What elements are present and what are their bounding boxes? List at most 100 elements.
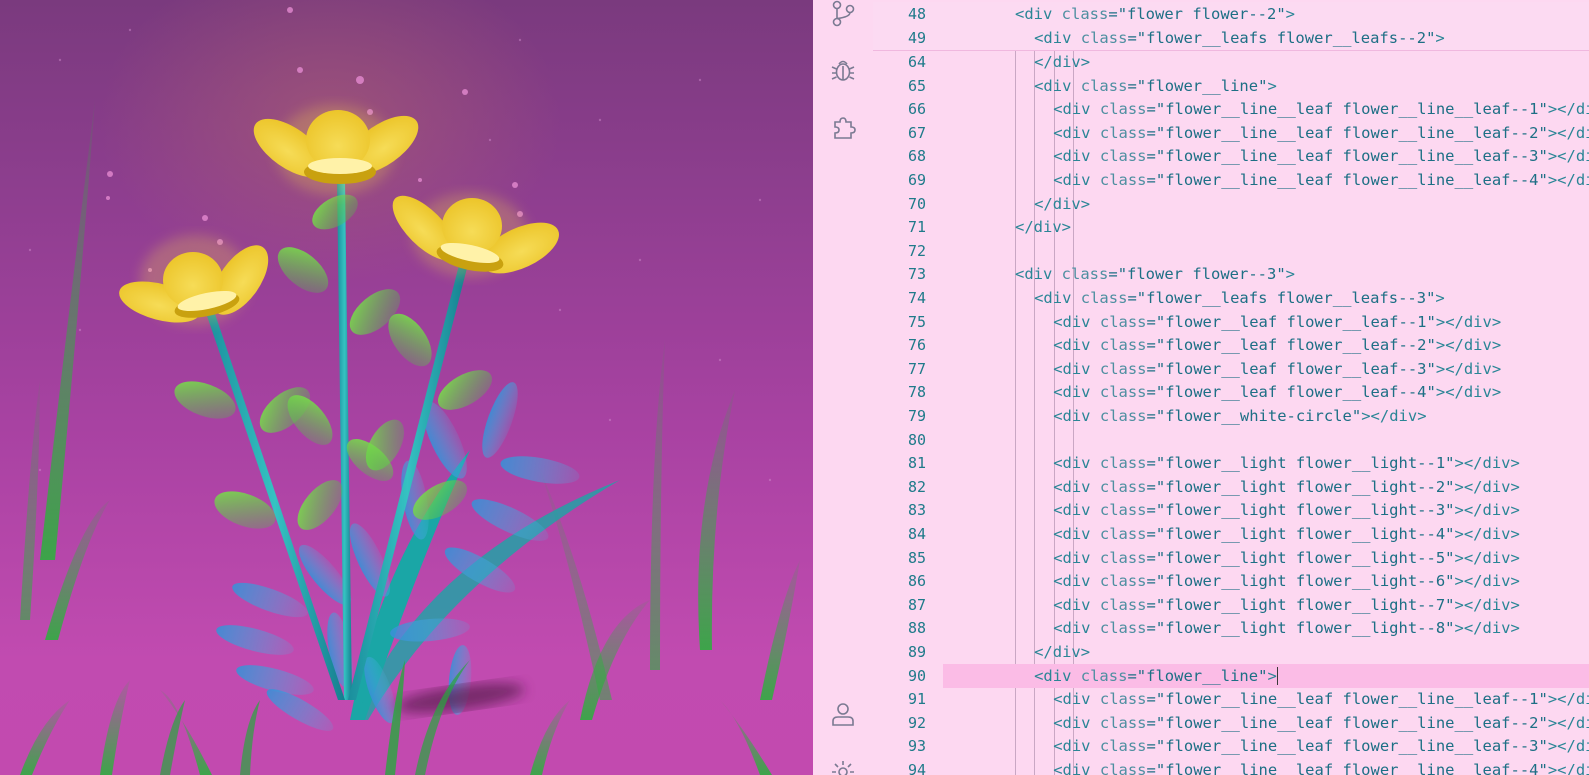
closing-tag: </div> xyxy=(1463,525,1520,543)
code-line[interactable]: 74 <div class="flower__leafs flower__leaf… xyxy=(873,286,1589,310)
closing-tag: </div> xyxy=(1445,336,1502,355)
tag-bracket: <div xyxy=(1053,737,1091,756)
code-line[interactable]: 92 <div class="flower__line__leaf flower_… xyxy=(873,711,1589,735)
line-number: 82 xyxy=(907,477,926,496)
equals: = xyxy=(1146,171,1156,189)
code-line[interactable]: 94 <div class="flower__line__leaf flower_… xyxy=(873,758,1589,775)
line-number: 69 xyxy=(907,171,926,189)
code-line[interactable]: 73 <div class="flower flower--3"> xyxy=(873,262,1589,286)
attribute-value: "flower__line__leaf flower__line__leaf--… xyxy=(1155,737,1548,756)
code-line[interactable]: 64 </div> xyxy=(873,50,1589,74)
attribute-value: "flower flower--2" xyxy=(1117,5,1286,23)
closing-tag: </div> xyxy=(1463,477,1520,496)
code-line[interactable]: 82 <div class="flower__light flower__ligh… xyxy=(873,475,1589,499)
line-number: 79 xyxy=(907,407,926,425)
attribute-name: class xyxy=(1099,690,1147,709)
tag-bracket: <div xyxy=(1053,761,1091,775)
code-line[interactable]: 72 xyxy=(873,239,1589,263)
equals: = xyxy=(1146,525,1156,543)
tag-bracket: <div xyxy=(1015,5,1053,23)
debug-icon[interactable] xyxy=(829,56,857,84)
code-line[interactable]: 67 <div class="flower__line__leaf flower_… xyxy=(873,121,1589,145)
tag-bracket: <div xyxy=(1034,76,1072,95)
attribute-value: "flower__light flower__light--6" xyxy=(1155,572,1455,591)
code-line[interactable]: 65 <div class="flower__line"> xyxy=(873,74,1589,98)
code-line[interactable]: 77 <div class="flower__leaf flower__leaf-… xyxy=(873,357,1589,381)
code-text: <div class="flower flower--3"> xyxy=(1015,262,1295,286)
activity-bar xyxy=(813,0,873,775)
code-line[interactable]: 86 <div class="flower__light flower__ligh… xyxy=(873,569,1589,593)
code-line[interactable]: 91 <div class="flower__line__leaf flower_… xyxy=(873,687,1589,711)
code-line[interactable]: 85 <div class="flower__light flower__ligh… xyxy=(873,546,1589,570)
code-line[interactable]: 66 <div class="flower__line__leaf flower_… xyxy=(873,97,1589,121)
closing-tag: </div> xyxy=(1445,312,1502,331)
sticky-scroll-line[interactable]: 49 <div class="flower__leafs flower__leaf… xyxy=(873,25,1589,51)
tag-bracket: > xyxy=(1435,336,1446,355)
tag-bracket: > xyxy=(1454,477,1464,496)
closing-tag: </div> xyxy=(1557,123,1589,142)
equals: = xyxy=(1146,761,1156,775)
code-editor: 48 <div class="flower flower--2"> 49 <div c… xyxy=(813,0,1589,775)
closing-tag: </div> xyxy=(1557,737,1589,756)
line-number: 70 xyxy=(907,194,926,213)
code-line[interactable]: 93 <div class="flower__line__leaf flower_… xyxy=(873,734,1589,758)
code-line[interactable]: 68 <div class="flower__line__leaf flower_… xyxy=(873,144,1589,168)
code-line[interactable]: 71 </div> xyxy=(873,215,1589,239)
code-text: <div class="flower__line__leaf flower__l… xyxy=(1053,97,1589,121)
attribute-name: class xyxy=(1099,171,1147,189)
tag-bracket: <div xyxy=(1053,477,1091,496)
account-icon[interactable] xyxy=(829,700,857,728)
tag-bracket: > xyxy=(1435,312,1446,331)
equals: = xyxy=(1146,619,1156,638)
tag-bracket: </div> xyxy=(1034,53,1091,71)
extensions-icon[interactable] xyxy=(829,114,857,142)
code-line[interactable]: 84 <div class="flower__light flower__ligh… xyxy=(873,522,1589,546)
attribute-value: "flower__line__leaf flower__line__leaf--… xyxy=(1155,171,1548,189)
source-control-icon[interactable] xyxy=(829,0,857,28)
attribute-value: "flower__line__leaf flower__line__leaf--… xyxy=(1155,147,1548,166)
attribute-value: "flower__leaf flower__leaf--3" xyxy=(1155,359,1436,378)
equals: = xyxy=(1127,28,1137,47)
attribute-name: class xyxy=(1099,619,1147,638)
sticky-scroll-line[interactable]: 48 <div class="flower flower--2"> xyxy=(873,2,1589,27)
code-area[interactable]: 48 <div class="flower flower--2"> 49 <div c… xyxy=(873,0,1589,775)
code-line[interactable]: 89 </div> xyxy=(873,640,1589,664)
code-line[interactable]: 69 <div class="flower__line__leaf flower_… xyxy=(873,168,1589,192)
attribute-value: "flower__line__leaf flower__line__leaf--… xyxy=(1155,100,1548,119)
attribute-value: "flower__light flower__light--2" xyxy=(1155,477,1455,496)
tag-bracket: <div xyxy=(1053,713,1091,732)
code-line[interactable]: 79 <div class="flower__white-circle"></di… xyxy=(873,404,1589,428)
settings-icon[interactable] xyxy=(829,758,857,775)
code-line[interactable]: 90 <div class="flower__line"> xyxy=(908,663,1589,688)
code-text: <div class="flower__leaf flower__leaf--2… xyxy=(1053,333,1501,357)
tag-bracket: <div xyxy=(1053,548,1091,567)
code-line[interactable]: 83 <div class="flower__light flower__ligh… xyxy=(873,498,1589,522)
code-line[interactable]: 75 <div class="flower__leaf flower__leaf-… xyxy=(873,310,1589,334)
line-number: 77 xyxy=(907,359,926,378)
attribute-value: "flower flower--3" xyxy=(1117,265,1286,284)
code-line[interactable]: 76 <div class="flower__leaf flower__leaf-… xyxy=(873,333,1589,357)
code-line[interactable]: 87 <div class="flower__light flower__ligh… xyxy=(873,593,1589,617)
code-line[interactable]: 70 </div> xyxy=(873,192,1589,216)
line-number: 48 xyxy=(907,5,926,23)
attribute-value: "flower__light flower__light--8" xyxy=(1155,619,1455,638)
tag-bracket: > xyxy=(1547,737,1558,756)
code-text: <div class="flower__light flower__light-… xyxy=(1053,569,1520,593)
code-line[interactable]: 78 <div class="flower__leaf flower__leaf-… xyxy=(873,380,1589,404)
code-line[interactable]: 88 <div class="flower__light flower__ligh… xyxy=(873,616,1589,640)
tag-bracket: > xyxy=(1435,28,1445,47)
line-number: 85 xyxy=(907,548,926,567)
code-line[interactable]: 80 xyxy=(873,428,1589,452)
tag-bracket: > xyxy=(1435,359,1446,378)
code-line[interactable]: 81 <div class="flower__light flower__ligh… xyxy=(873,451,1589,475)
